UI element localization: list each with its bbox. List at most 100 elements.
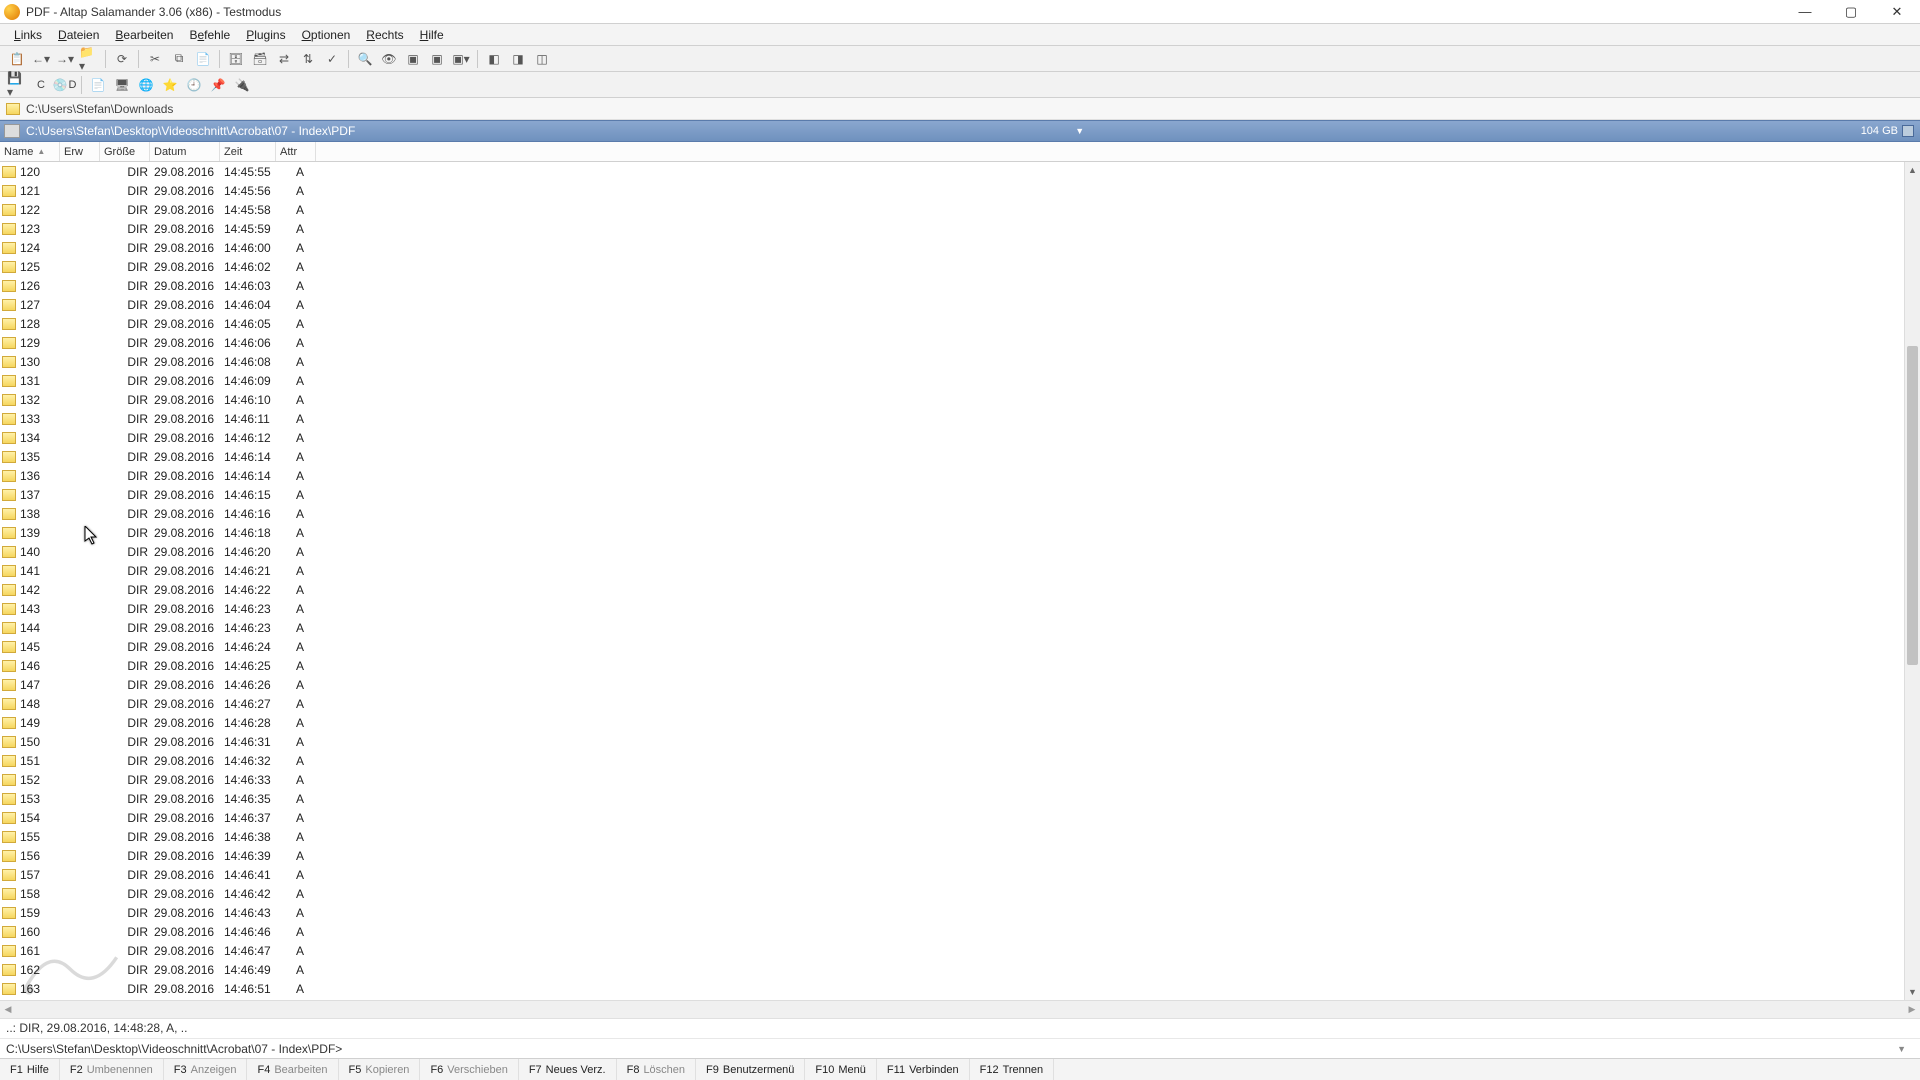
menu-bearbeiten[interactable]: Bearbeiten <box>107 26 181 44</box>
drive-d-button[interactable]: 💿D <box>54 74 76 96</box>
titlebar[interactable]: PDF - Altap Salamander 3.06 (x86) - Test… <box>0 0 1920 24</box>
table-row[interactable]: 148DIR29.08.201614:46:27A <box>0 694 1904 713</box>
table-row[interactable]: 137DIR29.08.201614:46:15A <box>0 485 1904 504</box>
table-row[interactable]: 157DIR29.08.201614:46:41A <box>0 865 1904 884</box>
panel-both-icon[interactable]: ◫ <box>531 48 553 70</box>
table-row[interactable]: 120DIR29.08.201614:45:55A <box>0 162 1904 181</box>
table-row[interactable]: 151DIR29.08.201614:46:32A <box>0 751 1904 770</box>
table-row[interactable]: 130DIR29.08.201614:46:08A <box>0 352 1904 371</box>
table-row[interactable]: 149DIR29.08.201614:46:28A <box>0 713 1904 732</box>
table-row[interactable]: 122DIR29.08.201614:45:58A <box>0 200 1904 219</box>
table-row[interactable]: 154DIR29.08.201614:46:37A <box>0 808 1904 827</box>
paste-icon[interactable]: 📄 <box>192 48 214 70</box>
fkey-f9[interactable]: F9Benutzermenü <box>696 1059 805 1080</box>
drive-select-icon[interactable]: 💾▾ <box>6 74 28 96</box>
menu-hilfe[interactable]: Hilfe <box>412 26 452 44</box>
pack-icon[interactable]: 🗄 <box>225 48 247 70</box>
table-row[interactable]: 158DIR29.08.201614:46:42A <box>0 884 1904 903</box>
file-list[interactable]: 120DIR29.08.201614:45:55A121DIR29.08.201… <box>0 162 1920 1000</box>
table-row[interactable]: 135DIR29.08.201614:46:14A <box>0 447 1904 466</box>
table-row[interactable]: 126DIR29.08.201614:46:03A <box>0 276 1904 295</box>
fkey-f1[interactable]: F1Hilfe <box>0 1059 60 1080</box>
menu-befehle[interactable]: Befehle <box>181 26 238 44</box>
column-date[interactable]: Datum <box>150 142 220 161</box>
up-icon[interactable]: 📁▾ <box>78 48 100 70</box>
inactive-panel-path[interactable]: C:\Users\Stefan\Downloads <box>0 98 1920 120</box>
menu-optionen[interactable]: Optionen <box>294 26 359 44</box>
table-row[interactable]: 131DIR29.08.201614:46:09A <box>0 371 1904 390</box>
column-size[interactable]: Größe <box>100 142 150 161</box>
scroll-down-icon[interactable]: ▼ <box>1905 984 1920 1000</box>
table-row[interactable]: 163DIR29.08.201614:46:51A <box>0 979 1904 998</box>
table-row[interactable]: 143DIR29.08.201614:46:23A <box>0 599 1904 618</box>
panel-left-icon[interactable]: ◧ <box>483 48 505 70</box>
viewer-icon[interactable]: 👁 <box>378 48 400 70</box>
copy-icon[interactable]: ⧉ <box>168 48 190 70</box>
fkey-f11[interactable]: F11Verbinden <box>877 1059 970 1080</box>
horizontal-scrollbar[interactable]: ◀ ▶ <box>0 1000 1920 1018</box>
history-icon[interactable]: 🕘 <box>183 74 205 96</box>
menu-plugins[interactable]: Plugins <box>238 26 293 44</box>
table-row[interactable]: 124DIR29.08.201614:46:00A <box>0 238 1904 257</box>
table-row[interactable]: 160DIR29.08.201614:46:46A <box>0 922 1904 941</box>
path-dropdown-icon[interactable]: ▼ <box>1075 126 1084 136</box>
table-row[interactable]: 132DIR29.08.201614:46:10A <box>0 390 1904 409</box>
hotpath-icon[interactable]: 📌 <box>207 74 229 96</box>
maximize-button[interactable]: ▢ <box>1828 0 1874 23</box>
scroll-left-icon[interactable]: ◀ <box>0 1004 16 1015</box>
table-row[interactable]: 134DIR29.08.201614:46:12A <box>0 428 1904 447</box>
table-row[interactable]: 142DIR29.08.201614:46:22A <box>0 580 1904 599</box>
drive-c-button[interactable]: C <box>30 74 52 96</box>
scroll-right-icon[interactable]: ▶ <box>1904 1004 1920 1015</box>
compare-icon[interactable]: ⇄ <box>273 48 295 70</box>
unpack-icon[interactable]: 🗃 <box>249 48 271 70</box>
cut-icon[interactable]: ✂ <box>144 48 166 70</box>
table-row[interactable]: 140DIR29.08.201614:46:20A <box>0 542 1904 561</box>
scroll-thumb[interactable] <box>1907 346 1918 664</box>
table-row[interactable]: 161DIR29.08.201614:46:47A <box>0 941 1904 960</box>
table-row[interactable]: 144DIR29.08.201614:46:23A <box>0 618 1904 637</box>
active-panel-path[interactable]: C:\Users\Stefan\Desktop\Videoschnitt\Acr… <box>0 120 1920 142</box>
menu-links[interactable]: Links <box>6 26 50 44</box>
plugins-icon[interactable]: 🔌 <box>231 74 253 96</box>
table-row[interactable]: 141DIR29.08.201614:46:21A <box>0 561 1904 580</box>
table-row[interactable]: 125DIR29.08.201614:46:02A <box>0 257 1904 276</box>
minimize-button[interactable]: — <box>1782 0 1828 23</box>
dropdown-icon[interactable]: ▣▾ <box>450 48 472 70</box>
column-ext[interactable]: Erw <box>60 142 100 161</box>
table-row[interactable]: 153DIR29.08.201614:46:35A <box>0 789 1904 808</box>
fkey-f7[interactable]: F7Neues Verz. <box>519 1059 617 1080</box>
table-row[interactable]: 129DIR29.08.201614:46:06A <box>0 333 1904 352</box>
desktop-icon[interactable]: 🖥 <box>111 74 133 96</box>
fkey-f12[interactable]: F12Trennen <box>970 1059 1055 1080</box>
table-row[interactable]: 128DIR29.08.201614:46:05A <box>0 314 1904 333</box>
table-row[interactable]: 150DIR29.08.201614:46:31A <box>0 732 1904 751</box>
menu-dateien[interactable]: Dateien <box>50 26 107 44</box>
sync-icon[interactable]: ⇅ <box>297 48 319 70</box>
scroll-up-icon[interactable]: ▲ <box>1905 162 1920 178</box>
table-row[interactable]: 138DIR29.08.201614:46:16A <box>0 504 1904 523</box>
table-row[interactable]: 136DIR29.08.201614:46:14A <box>0 466 1904 485</box>
table-row[interactable]: 145DIR29.08.201614:46:24A <box>0 637 1904 656</box>
command-icon[interactable]: ▣ <box>426 48 448 70</box>
table-row[interactable]: 152DIR29.08.201614:46:33A <box>0 770 1904 789</box>
select-icon[interactable]: ✓ <box>321 48 343 70</box>
vertical-scrollbar[interactable]: ▲ ▼ <box>1904 162 1920 1000</box>
favorites-icon[interactable]: ⭐ <box>159 74 181 96</box>
documents-icon[interactable]: 📄 <box>87 74 109 96</box>
table-row[interactable]: 156DIR29.08.201614:46:39A <box>0 846 1904 865</box>
table-row[interactable]: 159DIR29.08.201614:46:43A <box>0 903 1904 922</box>
column-attr[interactable]: Attr <box>276 142 316 161</box>
panel-right-icon[interactable]: ◨ <box>507 48 529 70</box>
clipboard-icon[interactable]: 📋 <box>6 48 28 70</box>
refresh-icon[interactable]: ⟳ <box>111 48 133 70</box>
table-row[interactable]: 139DIR29.08.201614:46:18A <box>0 523 1904 542</box>
command-line[interactable]: C:\Users\Stefan\Desktop\Videoschnitt\Acr… <box>0 1038 1920 1058</box>
close-button[interactable]: ✕ <box>1874 0 1920 23</box>
table-row[interactable]: 133DIR29.08.201614:46:11A <box>0 409 1904 428</box>
table-row[interactable]: 162DIR29.08.201614:46:49A <box>0 960 1904 979</box>
terminal-icon[interactable]: ▣ <box>402 48 424 70</box>
column-time[interactable]: Zeit <box>220 142 276 161</box>
table-row[interactable]: 121DIR29.08.201614:45:56A <box>0 181 1904 200</box>
table-row[interactable]: 147DIR29.08.201614:46:26A <box>0 675 1904 694</box>
